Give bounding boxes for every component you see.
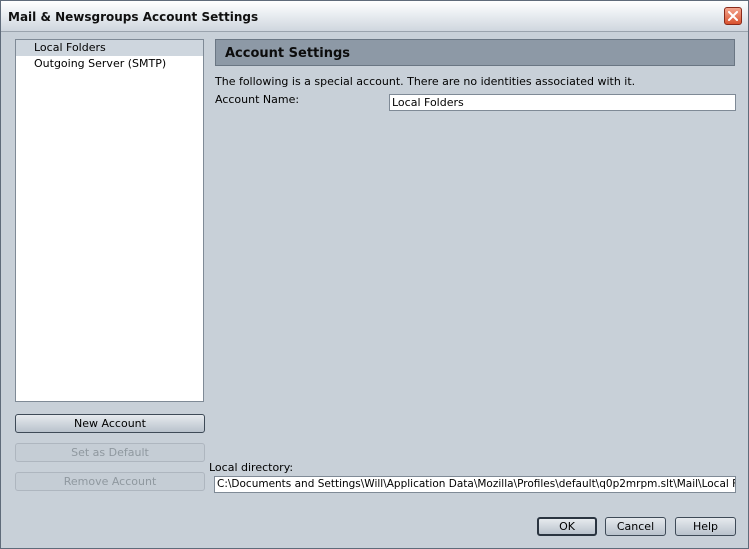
window-title: Mail & Newsgroups Account Settings: [8, 10, 259, 24]
title-bar[interactable]: Mail & Newsgroups Account Settings: [1, 1, 748, 32]
set-as-default-button[interactable]: Set as Default: [15, 443, 205, 462]
remove-account-button[interactable]: Remove Account: [15, 472, 205, 491]
help-button[interactable]: Help: [675, 517, 736, 536]
account-item-label: Local Folders: [34, 41, 106, 54]
account-item-outgoing-server[interactable]: Outgoing Server (SMTP): [16, 56, 203, 72]
account-item-label: Outgoing Server (SMTP): [34, 57, 167, 70]
local-directory-input[interactable]: C:\Documents and Settings\Will\Applicati…: [214, 476, 736, 493]
ok-button[interactable]: OK: [537, 517, 597, 536]
account-item-local-folders[interactable]: Local Folders: [16, 40, 203, 56]
settings-header-title: Account Settings: [225, 46, 351, 61]
account-name-label: Account Name:: [215, 93, 300, 106]
local-directory-label: Local directory:: [209, 461, 294, 474]
close-icon: [728, 11, 738, 21]
close-button[interactable]: [724, 7, 742, 25]
new-account-button[interactable]: New Account: [15, 414, 205, 433]
account-settings-window: Mail & Newsgroups Account Settings Local…: [0, 0, 749, 549]
special-account-info: The following is a special account. Ther…: [215, 75, 636, 88]
account-name-input[interactable]: Local Folders: [389, 94, 736, 111]
settings-header: Account Settings: [215, 39, 735, 66]
cancel-button[interactable]: Cancel: [605, 517, 666, 536]
account-list[interactable]: Local Folders Outgoing Server (SMTP): [15, 39, 204, 402]
